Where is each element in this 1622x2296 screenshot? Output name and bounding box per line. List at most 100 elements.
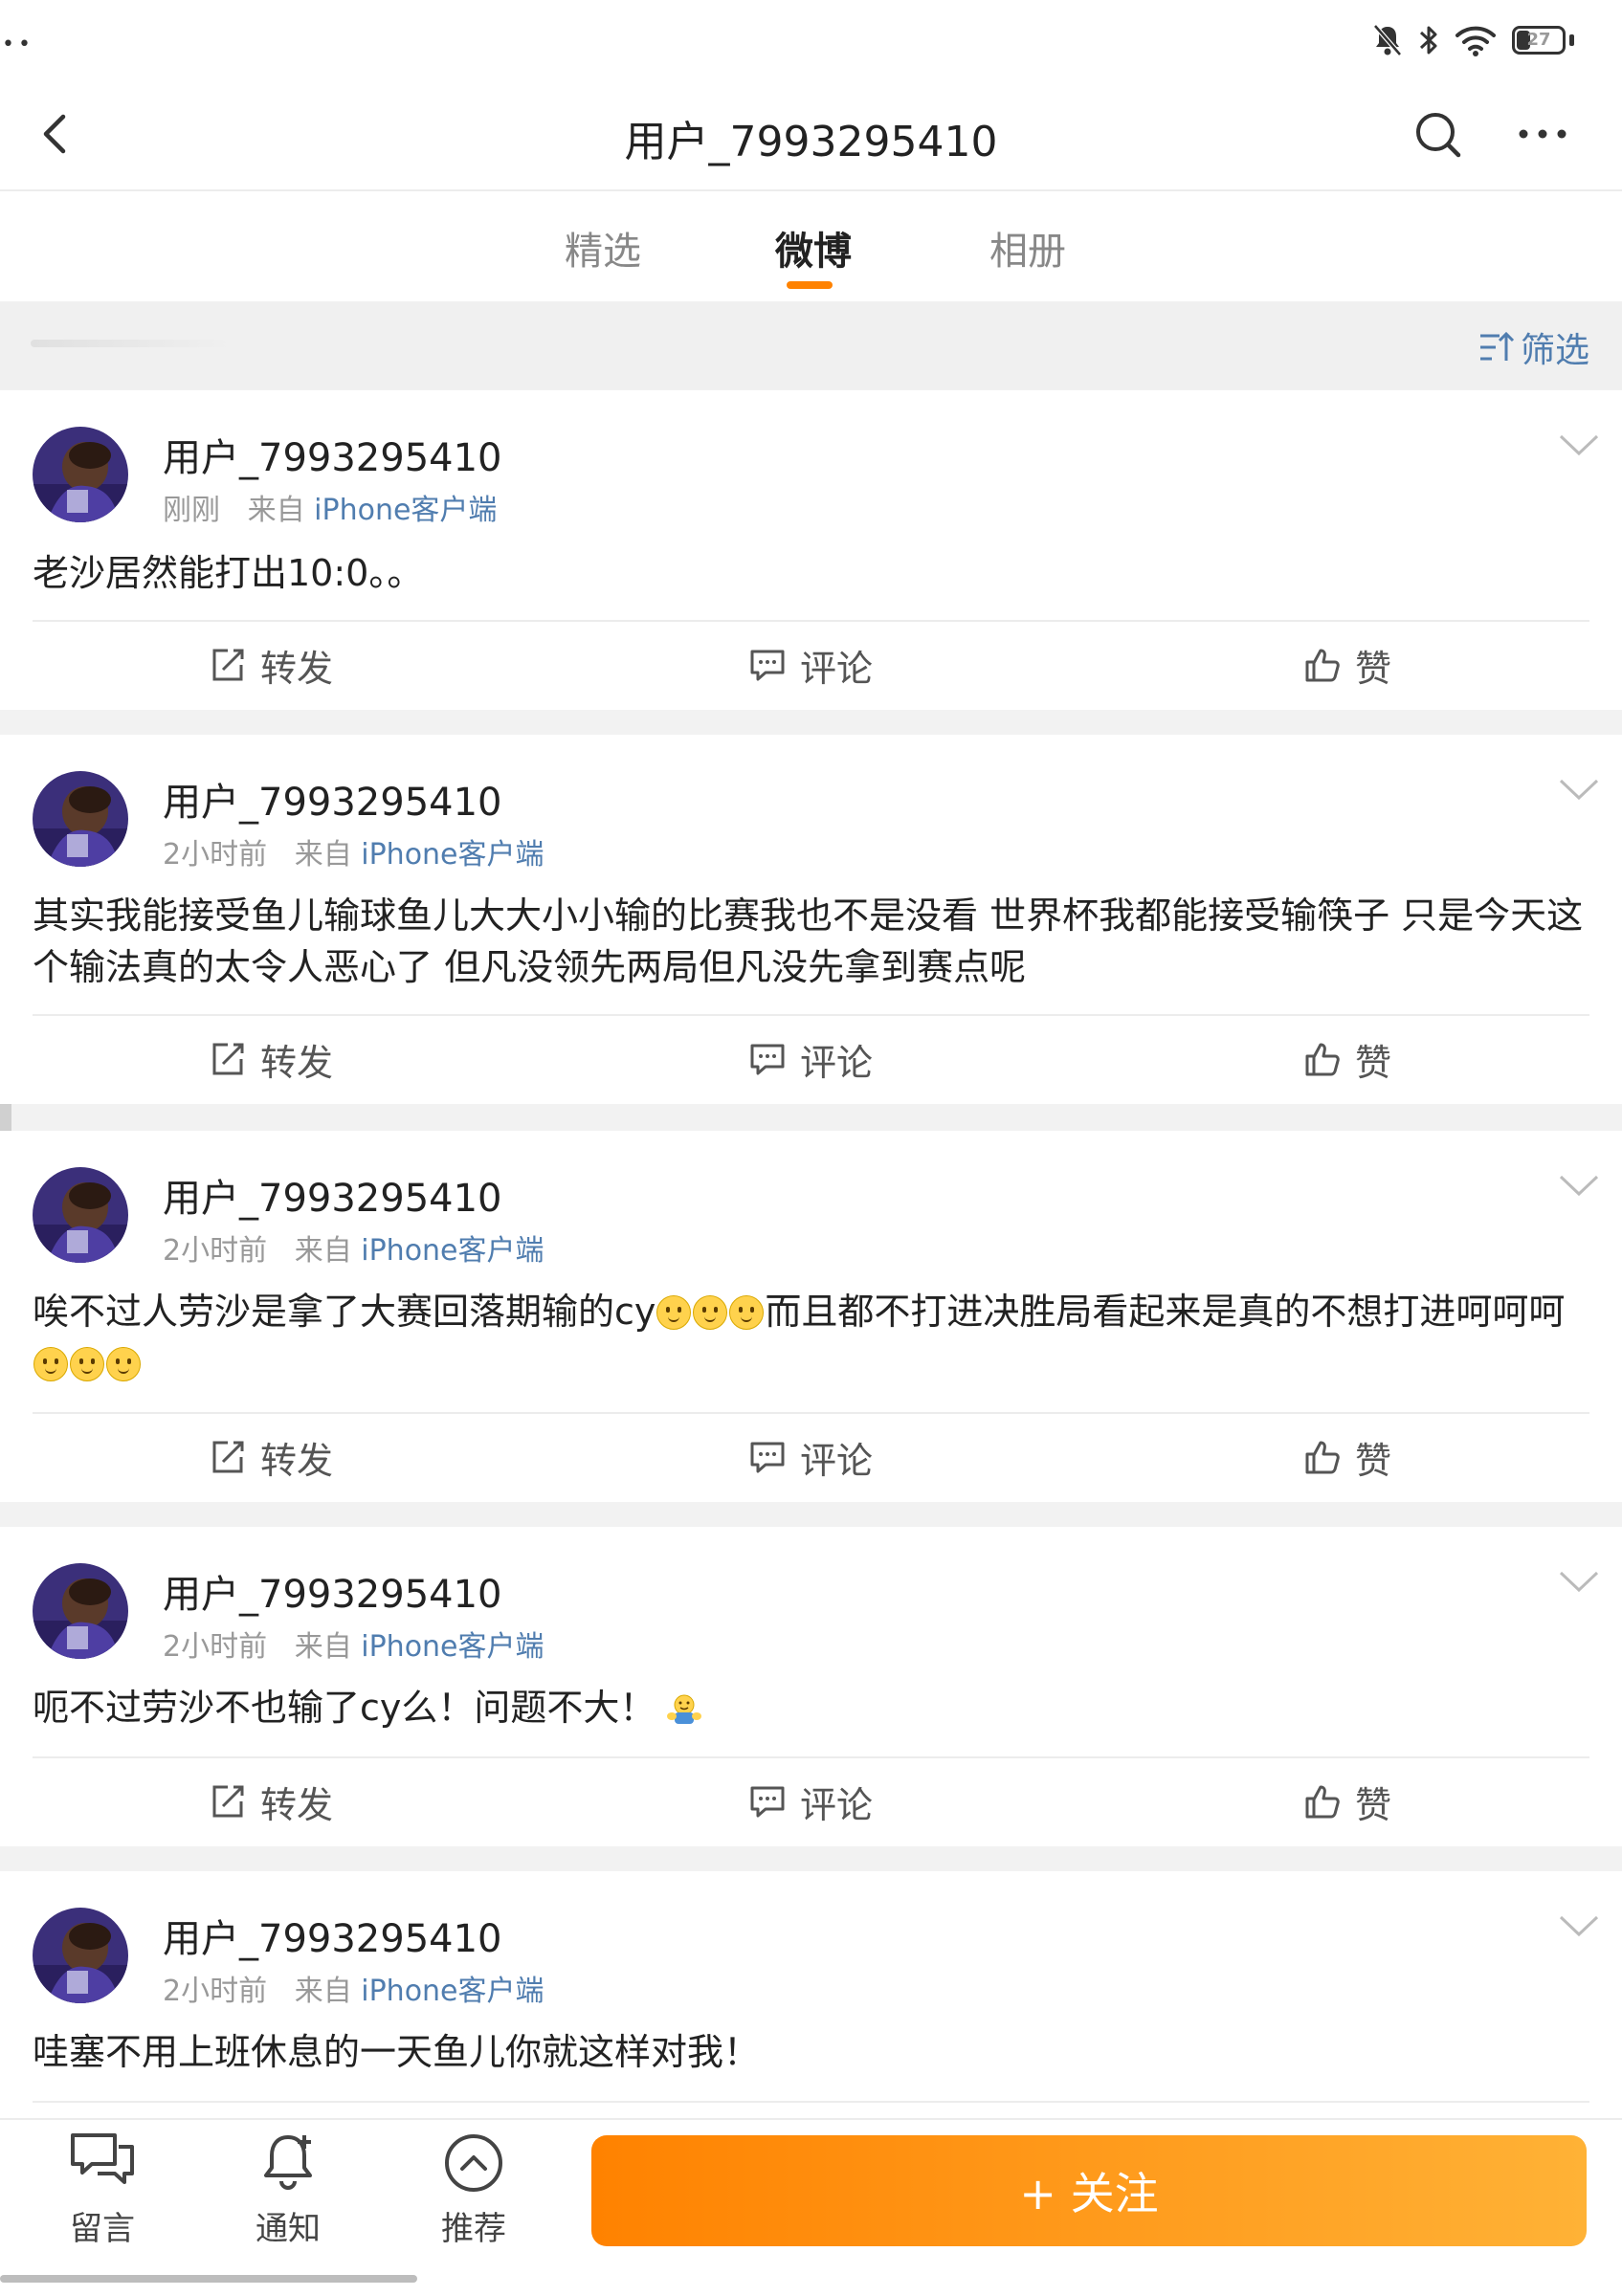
like-button[interactable]: 赞 [1303,1016,1391,1102]
avatar[interactable] [33,771,128,867]
repost-label: 转发 [260,647,334,690]
recommend-button[interactable]: 推荐 [411,2131,536,2249]
post-meta: 刚刚 来自 iPhone客户端 [163,486,497,528]
comment-button[interactable]: 评论 [748,1758,873,1844]
search-icon[interactable] [1407,103,1468,165]
post-username[interactable]: 用户_7993295410 [163,1167,502,1223]
post-username[interactable]: 用户_7993295410 [163,1563,502,1619]
comment-icon [750,650,785,681]
smile-emoji-icon [656,1295,692,1330]
comment-label: 评论 [800,1783,874,1826]
post-time: 2小时前 [163,1630,268,1664]
post-username[interactable]: 用户_7993295410 [163,1908,502,1963]
status-icons: 27 [1372,19,1574,61]
post-meta: 2小时前 来自 iPhone客户端 [163,1226,544,1269]
post-from-label: 来自 [294,1975,352,2008]
repost-label: 转发 [260,1439,334,1482]
like-button[interactable]: 赞 [1303,622,1391,708]
post-source[interactable]: iPhone客户端 [361,1975,544,2008]
tab-album[interactable]: 相册 [989,220,1066,276]
filter-sort-icon [1479,331,1515,361]
hug-emoji-icon [667,1694,702,1724]
post-text: 呃不过劳沙不也输了cy么！问题不大！ [33,1682,1593,1733]
page-title: 用户_7993295410 [624,118,998,166]
post-card[interactable]: 用户_7993295410 2小时前 来自 iPhone客户端 其实我能接受鱼儿… [0,735,1622,1104]
post-card[interactable]: 用户_7993295410 2小时前 来自 iPhone客户端 哇塞不用上班休息… [0,1871,1622,2120]
chevron-down-icon[interactable] [1558,1913,1600,1938]
repost-button[interactable]: 转发 [209,1016,333,1102]
avatar[interactable] [33,427,128,522]
comment-button[interactable]: 评论 [748,1414,873,1500]
post-from-label: 来自 [247,494,305,527]
post-actions: 转发 评论 赞 [33,1014,1589,1102]
comment-icon [750,1442,785,1473]
post-text: 唉不过人劳沙是拿了大赛回落期输的cy 而且都不打进决胜局看起来是真的不想打进呵呵呵 [33,1286,1593,1389]
filter-label: 筛选 [1520,331,1589,370]
filter-button[interactable]: 筛选 [1477,322,1589,372]
chevron-down-icon[interactable] [1558,777,1600,802]
post-from-label: 来自 [294,1630,352,1664]
post-meta: 2小时前 来自 iPhone客户端 [163,1623,544,1665]
chevron-down-icon[interactable] [1558,432,1600,457]
follow-button[interactable]: + 关注 [591,2135,1587,2246]
home-indicator [0,2275,417,2283]
comment-button[interactable]: 评论 [748,622,873,708]
repost-icon [212,1441,244,1473]
post-source[interactable]: iPhone客户端 [361,1630,544,1664]
like-button[interactable]: 赞 [1303,1758,1391,1844]
post-username[interactable]: 用户_7993295410 [163,427,502,482]
multitask-dots-icon: •• [2,33,34,56]
repost-icon [212,1785,244,1818]
comment-icon [750,1786,785,1818]
thumbs-up-icon [1305,1441,1340,1474]
more-icon[interactable] [1508,103,1577,165]
nav-bar: 用户_7993295410 [0,77,1622,191]
post-source[interactable]: iPhone客户端 [361,838,544,872]
filter-bar: 筛选 [0,301,1622,389]
chevron-down-icon[interactable] [1558,1569,1600,1594]
post-time: 2小时前 [163,838,268,872]
post-source[interactable]: iPhone客户端 [314,494,497,527]
tab-weibo[interactable]: 微博 [775,220,852,276]
battery-icon: 27 [1512,26,1566,55]
smile-emoji-icon [33,1347,68,1381]
comment-button[interactable]: 评论 [748,1016,873,1102]
wifi-icon [1455,26,1496,56]
avatar[interactable] [33,1167,128,1263]
post-time: 2小时前 [163,1234,268,1268]
thumbs-up-icon [1305,1043,1340,1076]
post-card[interactable]: 用户_7993295410 2小时前 来自 iPhone客户端 呃不过劳沙不也输… [0,1527,1622,1846]
thumbs-up-icon [1305,1785,1340,1819]
post-actions: 转发 评论 赞 [33,1756,1589,1844]
profile-tabs: 精选 微博 相册 [0,191,1622,301]
post-card[interactable]: 用户_7993295410 2小时前 来自 iPhone客户端 唉不过人劳沙是拿… [0,1131,1622,1502]
bell-plus-icon [264,2135,312,2190]
avatar[interactable] [33,1908,128,2003]
post-time: 刚刚 [163,494,220,527]
post-username[interactable]: 用户_7993295410 [163,771,502,827]
post-actions: 转发 评论 赞 [33,1412,1589,1500]
repost-button[interactable]: 转发 [209,622,333,708]
chevron-down-icon[interactable] [1558,1173,1600,1198]
avatar[interactable] [33,1563,128,1659]
like-button[interactable]: 赞 [1303,1414,1391,1500]
post-source[interactable]: iPhone客户端 [361,1234,544,1268]
notify-button[interactable]: 通知 [226,2131,350,2249]
post-text-part: 呃不过劳沙不也输了cy么！问题不大！ [33,1687,656,1729]
repost-button[interactable]: 转发 [209,1414,333,1500]
smile-emoji-icon [106,1347,141,1381]
comment-label: 评论 [800,1439,874,1482]
tab-featured[interactable]: 精选 [565,220,641,276]
comment-label: 评论 [800,647,874,690]
post-from-label: 来自 [294,838,352,872]
like-label: 赞 [1355,647,1392,690]
repost-button[interactable]: 转发 [209,1758,333,1844]
bell-off-icon [1373,24,1402,56]
like-label: 赞 [1355,1041,1392,1084]
post-card[interactable]: 用户_7993295410 刚刚 来自 iPhone客户端 老沙居然能打出10:… [0,390,1622,710]
active-tab-indicator [787,281,833,289]
post-text-part: 唉不过人劳沙是拿了大赛回落期输的cy [33,1291,656,1333]
message-label: 留言 [70,2210,135,2248]
message-button[interactable]: 留言 [40,2131,165,2249]
post-text-part: 而且都不打进决胜局看起来是真的不想打进呵呵呵 [765,1291,1566,1333]
